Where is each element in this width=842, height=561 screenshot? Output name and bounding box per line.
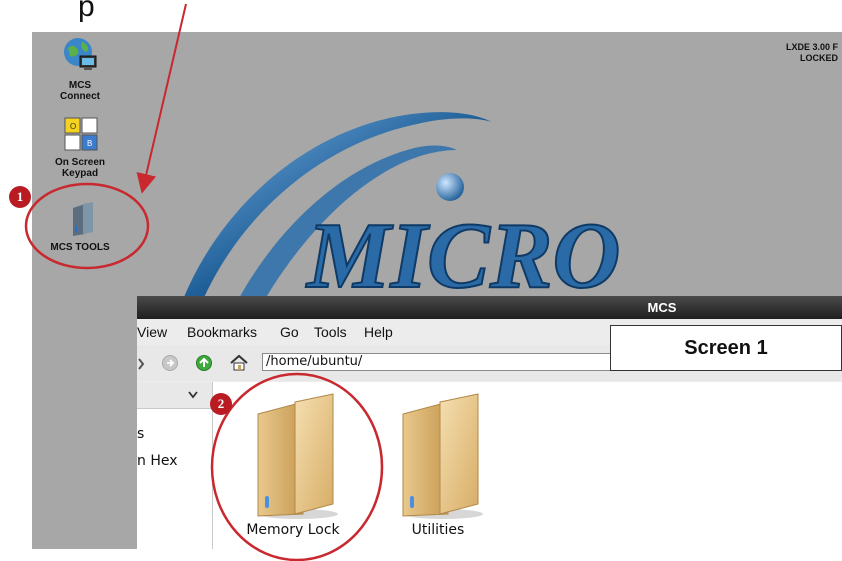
step-badge-2: 2 bbox=[210, 393, 232, 415]
menu-help[interactable]: Help bbox=[364, 324, 393, 340]
folder-icon bbox=[257, 393, 338, 519]
chevron-fragment-icon[interactable] bbox=[137, 355, 147, 371]
status-version: LXDE 3.00 F bbox=[785, 42, 838, 52]
top-caption-fragment: p bbox=[78, 0, 95, 23]
keypad-icon: O B bbox=[64, 117, 98, 151]
globe-computer-icon bbox=[64, 38, 97, 70]
up-arrow-icon[interactable] bbox=[195, 354, 213, 372]
svg-text:B: B bbox=[87, 139, 92, 148]
window-title: MCS bbox=[647, 300, 677, 315]
menu-bookmarks[interactable]: Bookmarks bbox=[187, 324, 257, 340]
desktop-icon-on-screen-keypad[interactable]: O B On Screen Keypad bbox=[32, 116, 132, 184]
top-caption-char: p bbox=[78, 0, 95, 23]
menu-view[interactable]: View bbox=[137, 324, 167, 340]
svg-text:O: O bbox=[70, 122, 76, 131]
desktop-icon-label: Keypad bbox=[61, 168, 99, 179]
folder-tools-icon bbox=[73, 202, 93, 236]
menu-go[interactable]: Go bbox=[280, 324, 299, 340]
side-pane-header[interactable] bbox=[137, 382, 212, 409]
desktop-icon-label: MCS TOOLS bbox=[50, 242, 110, 253]
screen-label: Screen 1 bbox=[610, 325, 842, 371]
window-titlebar[interactable]: MCS bbox=[137, 296, 842, 319]
menu-tools[interactable]: Tools bbox=[314, 324, 347, 340]
folder-label: Memory Lock bbox=[246, 522, 340, 538]
side-pane-item[interactable]: s bbox=[137, 426, 144, 442]
home-icon[interactable] bbox=[229, 353, 249, 373]
folder-label: Utilities bbox=[411, 522, 465, 538]
chevron-down-icon[interactable] bbox=[187, 390, 199, 400]
desktop-icon-label: MCS bbox=[68, 80, 92, 91]
folder-utilities[interactable]: Utilities bbox=[373, 392, 503, 547]
step-badge-1: 1 bbox=[9, 186, 31, 208]
side-pane: s n Hex bbox=[137, 382, 213, 549]
forward-disabled-icon[interactable] bbox=[161, 354, 179, 372]
desktop-icon-mcs-tools[interactable]: MCS TOOLS bbox=[32, 200, 132, 260]
side-pane-item[interactable]: n Hex bbox=[137, 453, 178, 469]
folder-memory-lock[interactable]: Memory Lock bbox=[223, 392, 363, 547]
status-locked: LOCKED bbox=[800, 53, 838, 63]
desktop-icon-mcs-connect[interactable]: MCS Connect bbox=[32, 34, 132, 106]
desktop-icon-label: Connect bbox=[60, 91, 100, 102]
logo-text: MICRO bbox=[305, 204, 620, 308]
desktop-icon-label: On Screen bbox=[54, 157, 106, 168]
folder-icon bbox=[402, 393, 483, 519]
file-view: Memory Lock Utilities bbox=[213, 382, 842, 549]
